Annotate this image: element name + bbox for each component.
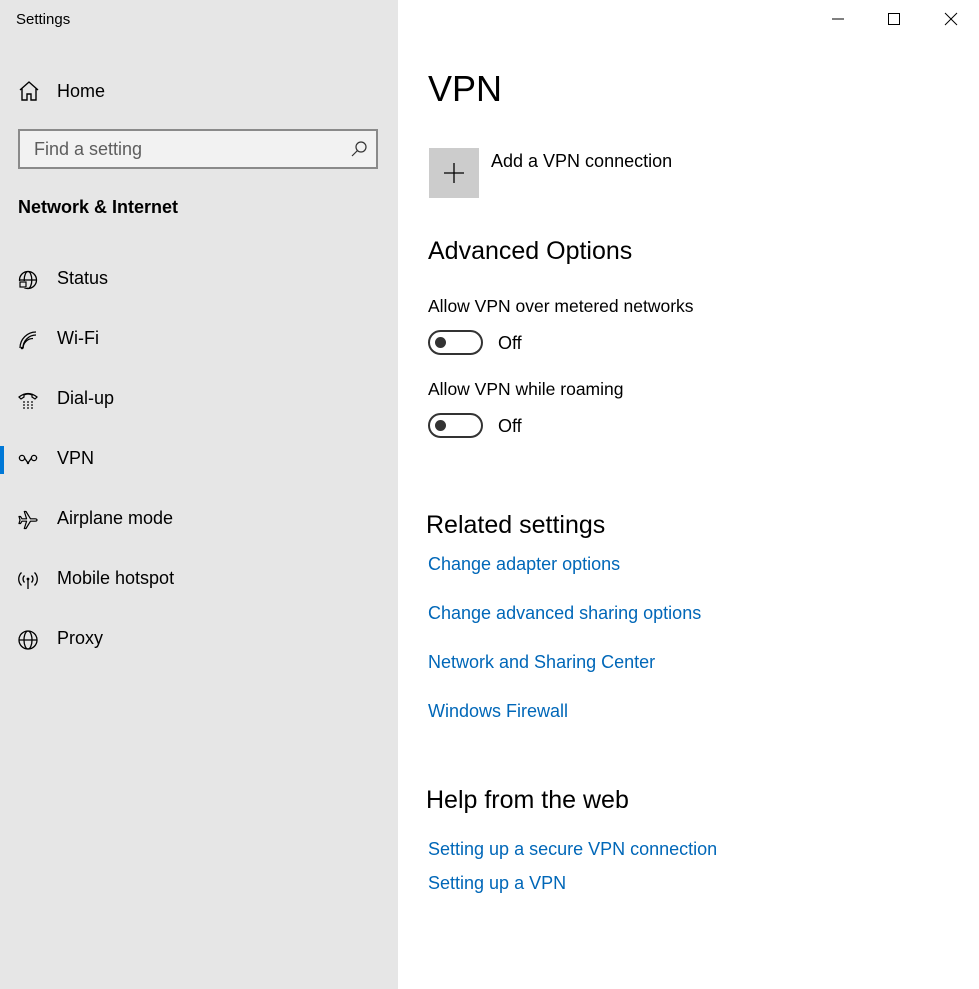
globe-status-icon [18,270,38,290]
globe-icon [18,630,38,650]
windows-firewall-link[interactable]: Windows Firewall [428,701,568,722]
sidebar-item-wifi[interactable]: Wi-Fi [0,318,398,362]
content-pane: VPN Add a VPN connection Advanced Option… [398,0,979,989]
window-title: Settings [16,11,71,28]
sidebar-item-label: VPN [57,448,95,468]
page-title: VPN [428,68,503,109]
sidebar-item-status[interactable]: Status [0,258,398,302]
change-advanced-sharing-link[interactable]: Change advanced sharing options [428,603,701,624]
metered-toggle-state: Off [498,333,522,353]
advanced-options-heading: Advanced Options [428,237,633,265]
network-sharing-center-link[interactable]: Network and Sharing Center [428,652,655,673]
home-nav-item[interactable]: Home [0,70,398,112]
selection-indicator [0,446,4,474]
sidebar-item-mobile-hotspot[interactable]: Mobile hotspot [0,558,398,602]
change-adapter-options-link[interactable]: Change adapter options [428,554,620,575]
roaming-toggle-state: Off [498,416,522,436]
sidebar-item-airplane-mode[interactable]: Airplane mode [0,498,398,542]
help-heading: Help from the web [426,786,629,814]
dialup-icon [18,392,38,409]
metered-setting-label: Allow VPN over metered networks [428,296,694,316]
search-box[interactable] [18,129,378,169]
home-label: Home [57,80,106,101]
help-link-secure-vpn[interactable]: Setting up a secure VPN connection [428,839,717,860]
sidebar-item-label: Wi-Fi [57,328,99,348]
related-settings-heading: Related settings [426,511,606,539]
toggle-knob [435,337,446,348]
sidebar-item-label: Proxy [57,628,104,648]
plus-icon [444,163,464,183]
sidebar-item-dialup[interactable]: Dial-up [0,378,398,422]
add-vpn-label[interactable]: Add a VPN connection [491,151,672,172]
navigation-pane: Settings Home Network & Internet Status [0,0,398,989]
sidebar-item-label: Mobile hotspot [57,568,175,588]
metered-toggle[interactable] [428,330,483,355]
sidebar-item-label: Dial-up [57,388,115,408]
sidebar-item-label: Airplane mode [57,508,174,528]
roaming-toggle[interactable] [428,413,483,438]
airplane-icon [18,510,38,530]
sidebar-item-vpn[interactable]: VPN [0,438,398,482]
sidebar-item-label: Status [57,268,109,288]
wifi-icon [19,331,37,350]
vpn-icon [18,454,38,465]
toggle-knob [435,420,446,431]
help-link-setup-vpn[interactable]: Setting up a VPN [428,873,566,894]
roaming-setting-label: Allow VPN while roaming [428,379,624,399]
search-input[interactable] [20,131,340,167]
sidebar-item-proxy[interactable]: Proxy [0,618,398,662]
home-icon [19,81,39,101]
add-vpn-button[interactable] [429,148,479,198]
search-icon[interactable] [350,140,368,158]
hotspot-icon [18,572,38,589]
section-heading: Network & Internet [18,197,179,217]
